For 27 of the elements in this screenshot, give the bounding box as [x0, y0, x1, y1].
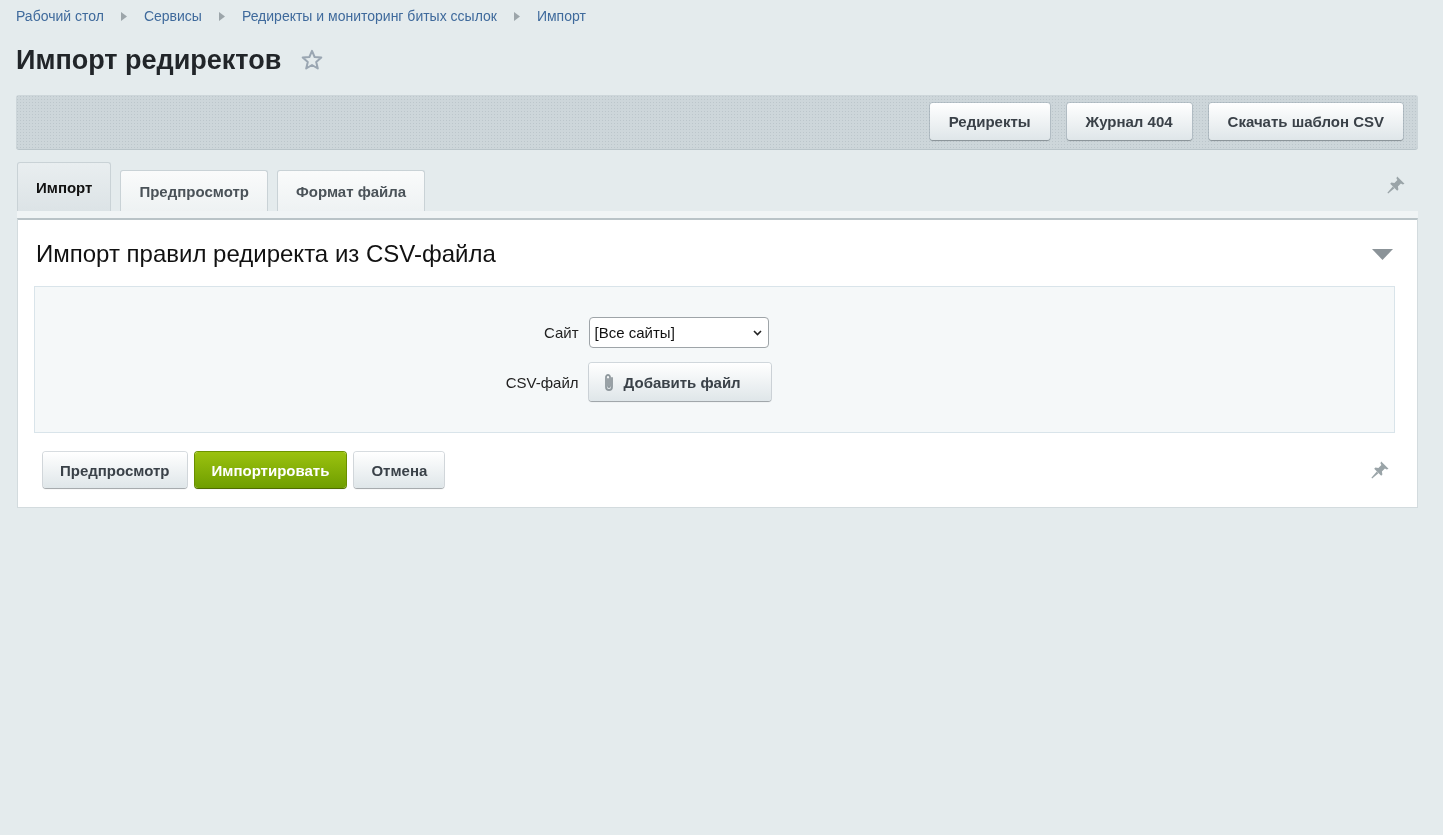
collapse-triangle-icon[interactable] [1372, 248, 1393, 260]
tab[interactable]: Предпросмотр [120, 170, 268, 211]
field-label: Сайт [544, 324, 579, 341]
breadcrumb-link[interactable]: Сервисы [143, 8, 202, 24]
breadcrumb-link[interactable]: Импорт [536, 8, 586, 24]
breadcrumb-separator-icon [513, 11, 520, 21]
site-select[interactable]: [Все сайты] [588, 317, 769, 348]
toolbar-button[interactable]: Редиректы [929, 103, 1050, 140]
action-button[interactable]: Отмена [354, 452, 445, 488]
add-file-button[interactable]: Добавить файл [588, 363, 771, 401]
chevron-down-icon [752, 329, 762, 336]
pin-icon[interactable] [1386, 175, 1406, 195]
favorite-star-icon[interactable] [301, 49, 324, 71]
section-title: Импорт правил редиректа из CSV-файла [36, 240, 496, 268]
paperclip-icon [602, 372, 615, 392]
page-title: Импорт редиректов [16, 44, 282, 76]
tab[interactable]: Импорт [17, 162, 112, 211]
toolbar-button[interactable]: Скачать шаблон CSV [1208, 103, 1403, 140]
breadcrumb-separator-icon [218, 11, 225, 21]
tab[interactable]: Формат файла [276, 170, 426, 211]
breadcrumb-link[interactable]: Редиректы и мониторинг битых ссылок [241, 8, 497, 24]
toolbar-button[interactable]: Журнал 404 [1066, 103, 1192, 140]
breadcrumb-link[interactable]: Рабочий стол [16, 8, 104, 24]
breadcrumb-separator-icon [120, 11, 127, 21]
action-button[interactable]: Предпросмотр [43, 452, 187, 488]
pin-icon[interactable] [1370, 460, 1390, 480]
field-label: CSV-файл [505, 373, 579, 391]
